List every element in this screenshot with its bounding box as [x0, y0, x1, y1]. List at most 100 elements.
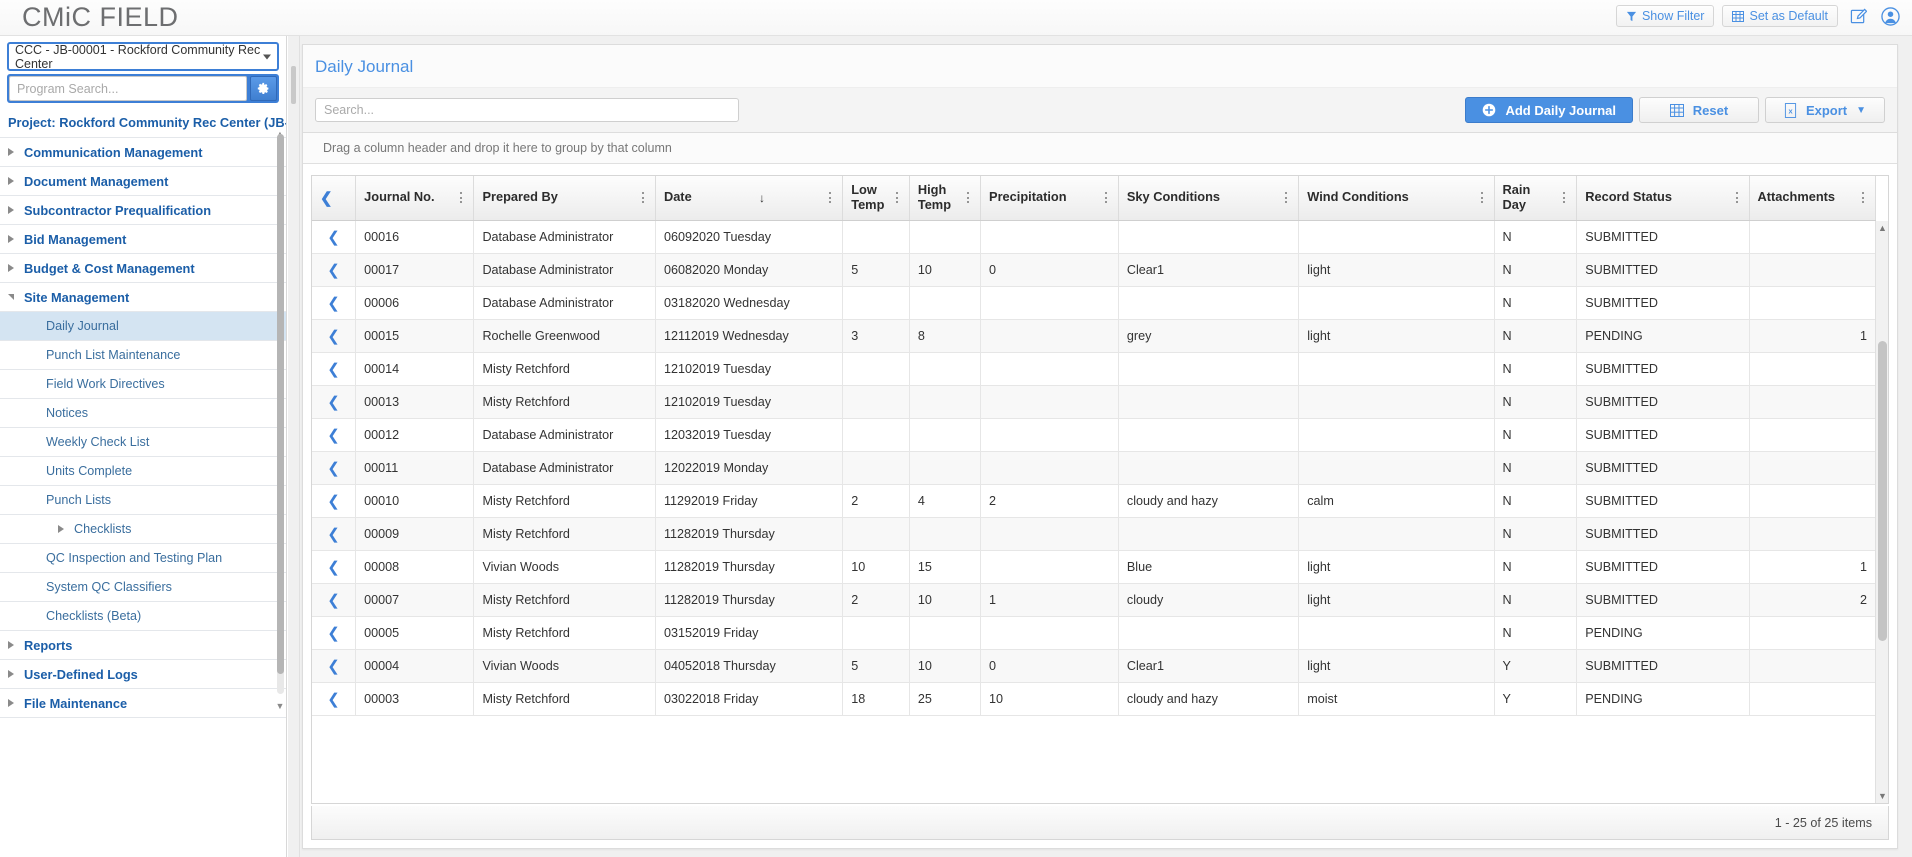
edit-pencil-icon[interactable] — [1846, 4, 1870, 28]
column-menu-icon[interactable] — [639, 190, 647, 206]
grid-scrollbar-thumb[interactable] — [1878, 341, 1887, 641]
column-header-rain-day[interactable]: Rain Day — [1494, 176, 1578, 221]
program-search-input[interactable]: Program Search... — [9, 76, 247, 101]
column-header-journal-no[interactable]: Journal No. — [355, 176, 475, 221]
chevron-left-icon[interactable]: ❮ — [327, 658, 340, 675]
table-row[interactable]: ❮ 00004 Vivian Woods 04052018 Thursday 5 10 0 C… — [312, 649, 1877, 683]
chevron-left-icon[interactable]: ❮ — [327, 559, 340, 576]
sidebar-item-system-qc-classifiers[interactable]: System QC Classifiers — [0, 573, 286, 602]
sidebar-item-units-complete[interactable]: Units Complete — [0, 457, 286, 486]
sidebar-scrollbar-thumb[interactable] — [277, 134, 284, 674]
table-row[interactable]: ❮ 00005 Misty Retchford 03152019 Friday N PEN… — [312, 616, 1877, 650]
show-filter-button[interactable]: Show Filter — [1615, 5, 1715, 27]
sidebar-item-reports[interactable]: Reports — [0, 631, 286, 660]
chevron-left-icon[interactable]: ❮ — [327, 229, 340, 246]
chevron-left-icon[interactable]: ❮ — [320, 190, 333, 207]
sidebar-item-file-maintenance[interactable]: File Maintenance — [0, 689, 286, 718]
chevron-left-icon[interactable]: ❮ — [327, 427, 340, 444]
table-row[interactable]: ❮ 00007 Misty Retchford 11282019 Thursday 2 1… — [312, 583, 1877, 617]
row-expand-cell[interactable]: ❮ — [312, 319, 357, 353]
row-expand-cell[interactable]: ❮ — [312, 616, 357, 650]
column-menu-icon[interactable] — [893, 190, 901, 206]
chevron-left-icon[interactable]: ❮ — [327, 526, 340, 543]
column-header-high-temp[interactable]: High Temp — [909, 176, 982, 221]
column-menu-icon[interactable] — [457, 190, 465, 206]
resizer-grip[interactable] — [291, 66, 296, 104]
row-expand-cell[interactable]: ❮ — [312, 352, 357, 386]
row-expand-cell[interactable]: ❮ — [312, 649, 357, 683]
expand-all-header[interactable]: ❮ — [312, 176, 357, 221]
sidebar-scrollbar[interactable] — [277, 134, 284, 694]
user-avatar-icon[interactable] — [1878, 4, 1902, 28]
row-expand-cell[interactable]: ❮ — [312, 253, 357, 287]
project-selector[interactable]: CCC - JB-00001 - Rockford Community Rec … — [7, 42, 279, 71]
reset-button[interactable]: Reset — [1639, 97, 1759, 123]
chevron-left-icon[interactable]: ❮ — [327, 592, 340, 609]
chevron-left-icon[interactable]: ❮ — [327, 262, 340, 279]
sidebar-item-subcontractor-prequalification[interactable]: Subcontractor Prequalification — [0, 196, 286, 225]
column-menu-icon[interactable] — [1478, 190, 1486, 206]
chevron-left-icon[interactable]: ❮ — [327, 493, 340, 510]
column-header-record-status[interactable]: Record Status — [1576, 176, 1750, 221]
column-header-wind-conditions[interactable]: Wind Conditions — [1298, 176, 1495, 221]
table-row[interactable]: ❮ 00010 Misty Retchford 11292019 Friday 2 4 2 c… — [312, 484, 1877, 518]
sidebar-item-communication-management[interactable]: Communication Management — [0, 138, 286, 167]
table-row[interactable]: ❮ 00017 Database Administrator 06082020 Mon… — [312, 253, 1877, 287]
sidebar-item-checklists[interactable]: Checklists — [0, 515, 286, 544]
table-row[interactable]: ❮ 00016 Database Administrator 06092020 Tue… — [312, 220, 1877, 254]
table-row[interactable]: ❮ 00006 Database Administrator 03182020 Wed… — [312, 286, 1877, 320]
column-menu-icon[interactable] — [964, 190, 972, 206]
sidebar-item-document-management[interactable]: Document Management — [0, 167, 286, 196]
export-button[interactable]: x Export ▼ — [1765, 97, 1885, 123]
sidebar-item-bid-management[interactable]: Bid Management — [0, 225, 286, 254]
column-menu-icon[interactable] — [1560, 190, 1568, 206]
row-expand-cell[interactable]: ❮ — [312, 418, 357, 452]
grid-vertical-scrollbar[interactable]: ▲ ▼ — [1875, 221, 1888, 803]
column-header-attachments[interactable]: Attachments — [1749, 176, 1877, 221]
column-header-precipitation[interactable]: Precipitation — [980, 176, 1119, 221]
chevron-left-icon[interactable]: ❮ — [327, 691, 340, 708]
sidebar-item-daily-journal[interactable]: Daily Journal — [0, 312, 286, 341]
column-menu-icon[interactable] — [826, 190, 834, 206]
sidebar-item-qc-inspection-and-testing-plan[interactable]: QC Inspection and Testing Plan — [0, 544, 286, 573]
group-by-dropzone[interactable]: Drag a column header and drop it here to… — [303, 133, 1897, 164]
grid-scroll-down[interactable]: ▼ — [1876, 789, 1888, 803]
set-as-default-button[interactable]: Set as Default — [1722, 5, 1838, 27]
sidebar-item-notices[interactable]: Notices — [0, 399, 286, 428]
row-expand-cell[interactable]: ❮ — [312, 517, 357, 551]
sidebar-item-punch-list-maintenance[interactable]: Punch List Maintenance — [0, 341, 286, 370]
sidebar-item-checklists-beta[interactable]: Checklists (Beta) — [0, 602, 286, 631]
chevron-left-icon[interactable]: ❮ — [327, 361, 340, 378]
chevron-left-icon[interactable]: ❮ — [327, 460, 340, 477]
chevron-left-icon[interactable]: ❮ — [327, 394, 340, 411]
chevron-left-icon[interactable]: ❮ — [327, 625, 340, 642]
column-menu-icon[interactable] — [1282, 190, 1290, 206]
sidebar-item-punch-lists[interactable]: Punch Lists — [0, 486, 286, 515]
grid-scroll-up[interactable]: ▲ — [1876, 221, 1888, 235]
column-header-date[interactable]: Date ↓ — [655, 176, 844, 221]
table-row[interactable]: ❮ 00014 Misty Retchford 12102019 Tuesday N SU… — [312, 352, 1877, 386]
row-expand-cell[interactable]: ❮ — [312, 583, 357, 617]
cell-attachments[interactable]: 1 — [1749, 319, 1877, 353]
row-expand-cell[interactable]: ❮ — [312, 220, 357, 254]
row-expand-cell[interactable]: ❮ — [312, 451, 357, 485]
row-expand-cell[interactable]: ❮ — [312, 484, 357, 518]
column-menu-icon[interactable] — [1733, 190, 1741, 206]
table-row[interactable]: ❮ 00003 Misty Retchford 03022018 Friday 18 25… — [312, 682, 1877, 716]
sidebar-item-user-defined-logs[interactable]: User-Defined Logs — [0, 660, 286, 689]
sidebar-item-budget-cost-management[interactable]: Budget & Cost Management — [0, 254, 286, 283]
sidebar-item-field-work-directives[interactable]: Field Work Directives — [0, 370, 286, 399]
column-menu-icon[interactable] — [1859, 190, 1867, 206]
sidebar-item-weekly-check-list[interactable]: Weekly Check List — [0, 428, 286, 457]
cell-attachments[interactable]: 2 — [1749, 583, 1877, 617]
column-header-sky-conditions[interactable]: Sky Conditions — [1118, 176, 1300, 221]
column-header-low-temp[interactable]: Low Temp — [842, 176, 910, 221]
table-row[interactable]: ❮ 00009 Misty Retchford 11282019 Thursday N S… — [312, 517, 1877, 551]
column-menu-icon[interactable] — [1102, 190, 1110, 206]
row-expand-cell[interactable]: ❮ — [312, 385, 357, 419]
add-daily-journal-button[interactable]: Add Daily Journal — [1465, 97, 1633, 123]
row-expand-cell[interactable]: ❮ — [312, 286, 357, 320]
chevron-left-icon[interactable]: ❮ — [327, 328, 340, 345]
table-row[interactable]: ❮ 00013 Misty Retchford 12102019 Tuesday N SU… — [312, 385, 1877, 419]
sidebar-item-site-management[interactable]: Site Management — [0, 283, 286, 312]
